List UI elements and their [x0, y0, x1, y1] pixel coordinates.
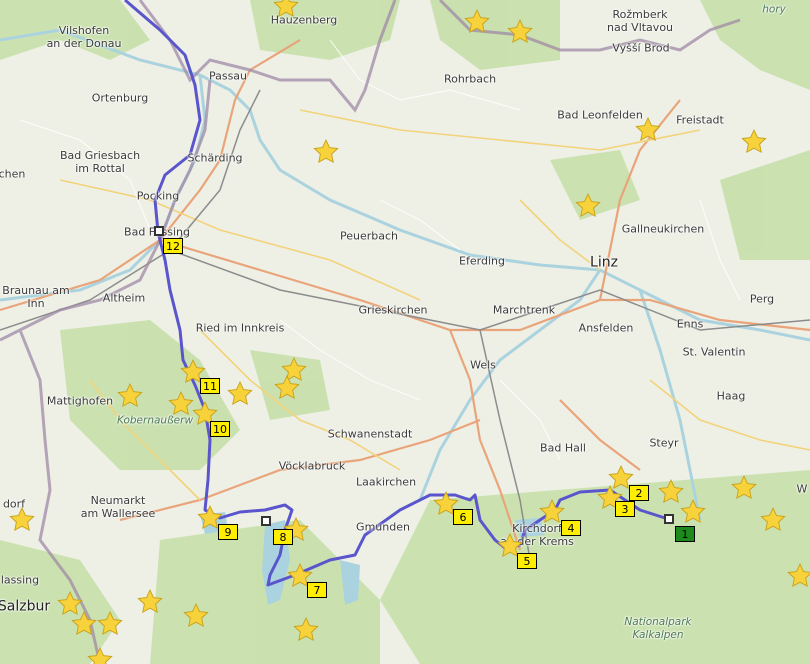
- route-marker-5[interactable]: 5: [517, 553, 537, 569]
- label-lassing: lassing: [0, 573, 40, 587]
- star-icon[interactable]: [463, 8, 491, 36]
- label-rohrbach: Rohrbach: [443, 72, 497, 86]
- label-gallneukirchen: Gallneukirchen: [621, 222, 705, 236]
- star-icon[interactable]: [740, 128, 768, 156]
- label-vyssi-brod: Vyšší Brod: [612, 41, 670, 55]
- route-marker-1[interactable]: 1: [675, 526, 695, 542]
- route-marker-4[interactable]: 4: [561, 520, 581, 536]
- label-neumarkt: Neumarkt am Wallersee: [80, 494, 156, 520]
- star-icon[interactable]: [8, 506, 36, 534]
- label-enns: Enns: [676, 317, 704, 331]
- label-hory: hory: [762, 3, 786, 16]
- star-icon[interactable]: [786, 562, 810, 590]
- label-eferding: Eferding: [459, 254, 505, 268]
- route-marker-9[interactable]: 9: [218, 524, 238, 540]
- label-steyr: Steyr: [649, 436, 679, 450]
- label-bad-hall: Bad Hall: [540, 441, 586, 455]
- star-icon[interactable]: [506, 18, 534, 46]
- star-icon[interactable]: [312, 138, 340, 166]
- label-w: W: [796, 482, 808, 496]
- label-vilshofen: Vilshofen an der Donau: [46, 24, 122, 50]
- label-ansfelden: Ansfelden: [578, 321, 634, 335]
- route-marker-6[interactable]: 6: [453, 509, 473, 525]
- label-scharding: Schärding: [187, 151, 243, 165]
- label-laakirchen: Laakirchen: [355, 475, 417, 489]
- waypoint-square-icon[interactable]: [664, 514, 674, 524]
- star-icon[interactable]: [182, 602, 210, 630]
- star-icon[interactable]: [116, 382, 144, 410]
- label-bad-griesbach: Bad Griesbach im Rottal: [59, 149, 141, 175]
- label-mattighofen: Mattighofen: [46, 394, 114, 408]
- star-icon[interactable]: [272, 0, 300, 20]
- label-ortenburg: Ortenburg: [91, 91, 149, 105]
- label-grieskirchen: Grieskirchen: [358, 303, 428, 317]
- waypoint-square-icon[interactable]: [154, 226, 164, 236]
- star-icon[interactable]: [273, 374, 301, 402]
- label-perg: Perg: [749, 292, 775, 306]
- label-haag: Haag: [716, 389, 746, 403]
- label-altheim: Altheim: [102, 291, 146, 305]
- route-marker-10[interactable]: 10: [210, 421, 230, 437]
- star-icon[interactable]: [136, 588, 164, 616]
- route-marker-8[interactable]: 8: [273, 529, 293, 545]
- waypoint-square-icon[interactable]: [261, 516, 271, 526]
- label-nationalpark-kalkalpen: Nationalpark Kalkalpen: [624, 616, 692, 641]
- label-bad-leonfelden: Bad Leonfelden: [557, 108, 643, 122]
- route-marker-11[interactable]: 11: [200, 378, 220, 394]
- label-rozmberk: Rožmberk nad Vltavou: [606, 8, 674, 34]
- star-icon[interactable]: [86, 646, 114, 664]
- star-icon[interactable]: [292, 616, 320, 644]
- route-marker-7[interactable]: 7: [307, 582, 327, 598]
- route-marker-12[interactable]: 12: [163, 238, 183, 254]
- star-icon[interactable]: [634, 116, 662, 144]
- star-icon[interactable]: [730, 474, 758, 502]
- label-ried: Ried im Innkreis: [195, 321, 285, 335]
- star-icon[interactable]: [759, 506, 787, 534]
- star-icon[interactable]: [574, 192, 602, 220]
- label-salzburg: Salzbur: [0, 598, 51, 615]
- route-marker-3[interactable]: 3: [615, 501, 635, 517]
- star-icon[interactable]: [70, 610, 98, 638]
- route-marker-2[interactable]: 2: [629, 485, 649, 501]
- label-freistadt: Freistadt: [676, 113, 724, 127]
- label-pocking: Pocking: [136, 189, 180, 203]
- label-schwanenstadt: Schwanenstadt: [327, 427, 413, 441]
- star-icon[interactable]: [679, 498, 707, 526]
- label-marchtrenk: Marchtrenk: [492, 303, 556, 317]
- star-icon[interactable]: [96, 610, 124, 638]
- label-gmunden: Gmunden: [356, 520, 410, 534]
- label-passau: Passau: [208, 69, 248, 83]
- label-st-valentin: St. Valentin: [682, 345, 746, 359]
- label-chen: chen: [0, 167, 26, 181]
- label-linz: Linz: [590, 254, 618, 271]
- label-peuerbach: Peuerbach: [339, 229, 399, 243]
- label-wels: Wels: [470, 358, 496, 372]
- label-braunau: Braunau am Inn: [2, 284, 70, 310]
- map-canvas[interactable]: Vilshofen an der Donau Hauzenberg Rožmbe…: [0, 0, 810, 664]
- star-icon[interactable]: [226, 380, 254, 408]
- label-vocklabruck: Vöcklabruck: [278, 459, 346, 473]
